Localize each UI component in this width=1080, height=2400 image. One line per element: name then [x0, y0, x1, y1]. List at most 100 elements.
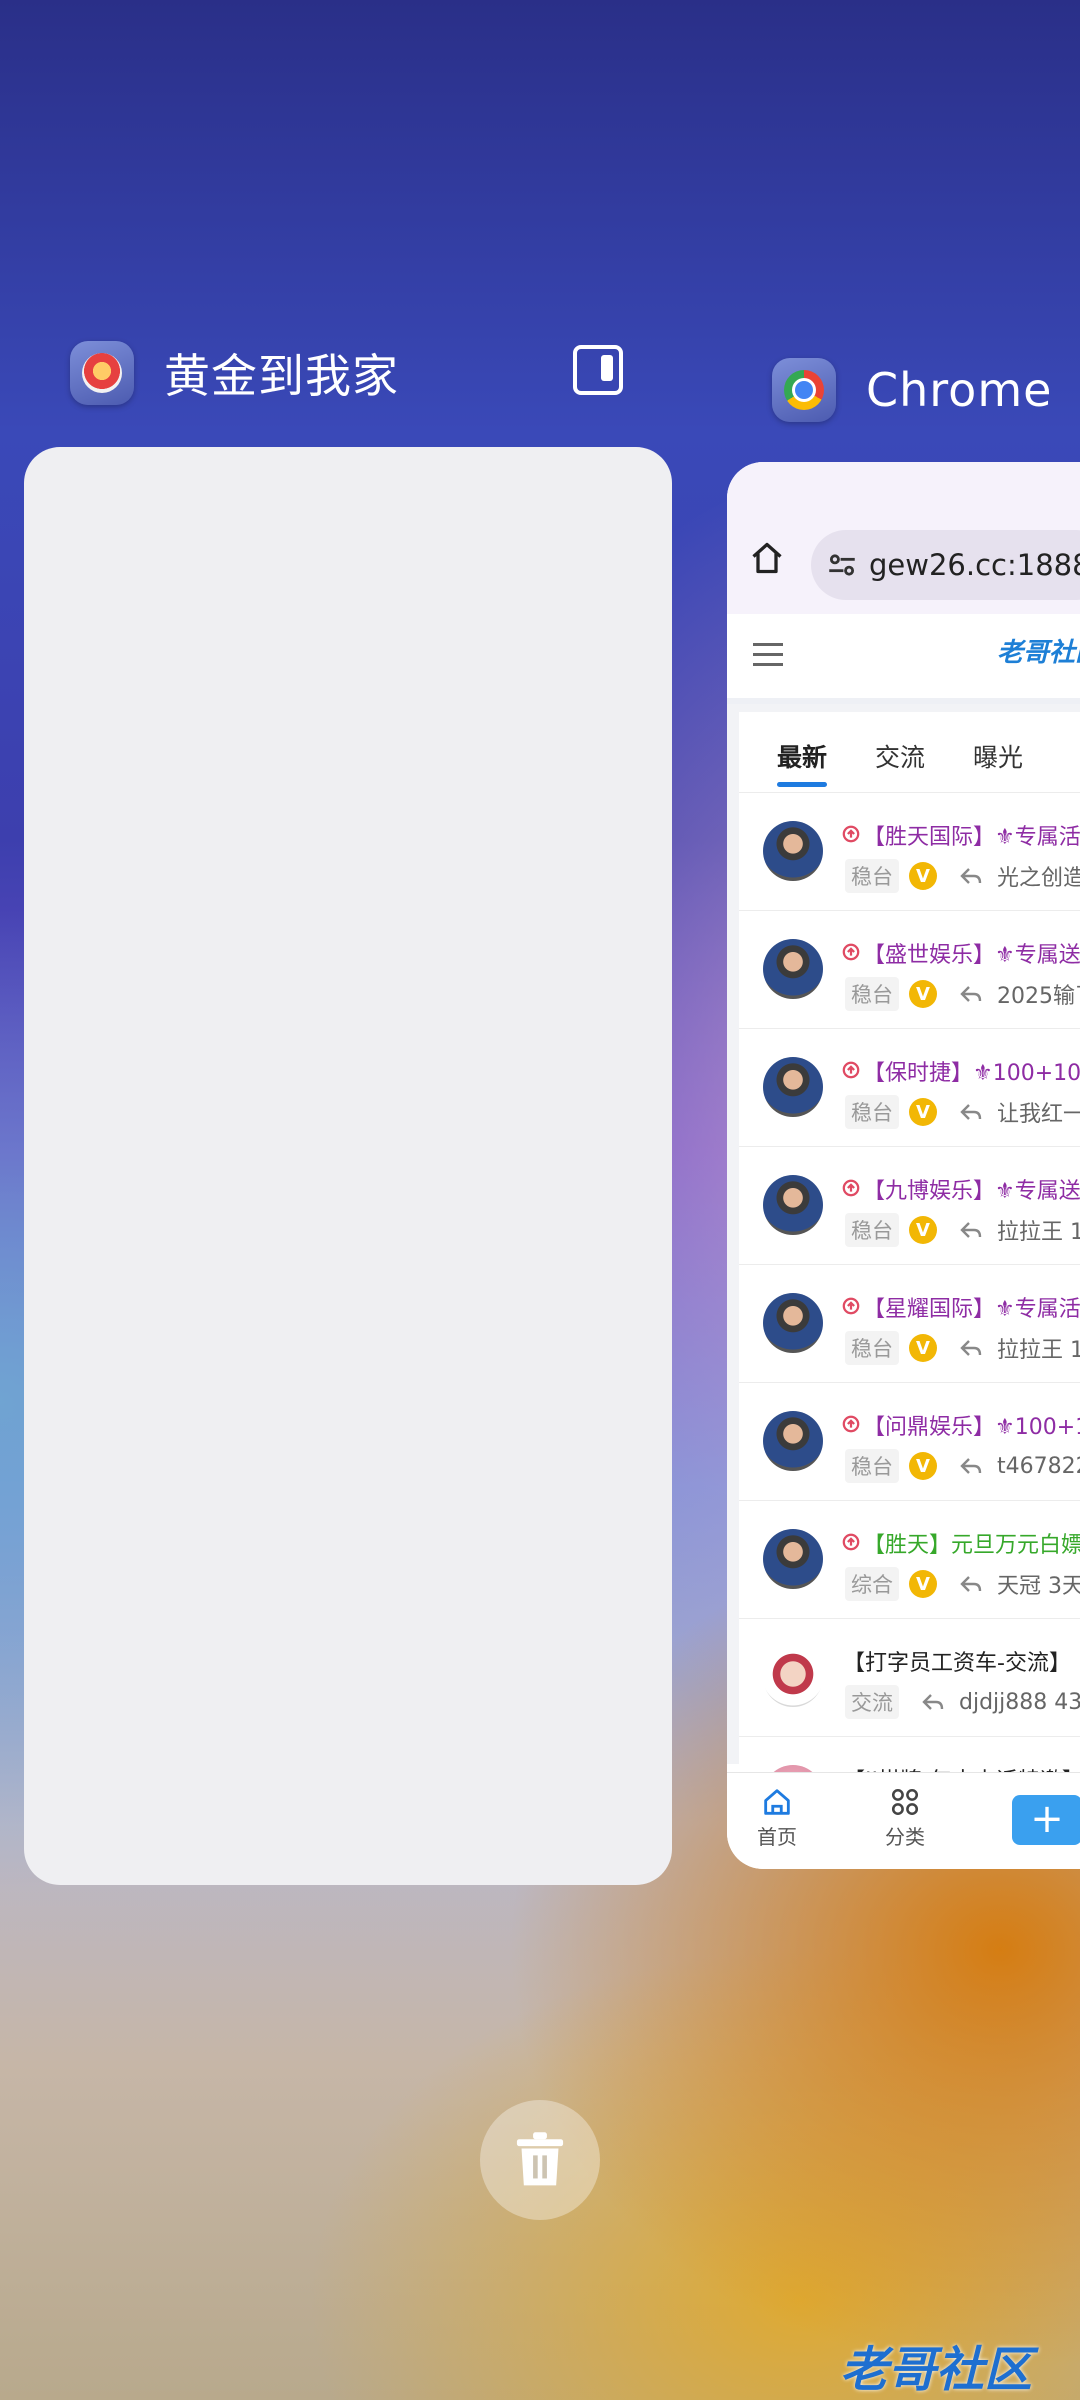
- post-meta: 稳台 V 拉拉王 1: [845, 1213, 1080, 1247]
- post-row[interactable]: 【问鼎娱乐】⚜100+1 稳台 Vt467822: [739, 1383, 1080, 1501]
- post-author[interactable]: 拉拉王 1: [997, 1214, 1080, 1246]
- tab-discussion[interactable]: 交流: [875, 738, 925, 774]
- category-tag[interactable]: 稳台: [845, 859, 899, 893]
- post-author[interactable]: 2025输了: [997, 978, 1080, 1010]
- post-meta: 稳台 V 2025输了: [845, 977, 1080, 1011]
- pinned-up-icon: [842, 1179, 860, 1197]
- verified-badge-icon: V: [909, 862, 937, 890]
- post-row[interactable]: 【盛世娱乐】⚜专属送稳台 V 2025输了: [739, 911, 1080, 1029]
- verified-badge-icon: V: [909, 1216, 937, 1244]
- category-tag[interactable]: 交流: [845, 1685, 899, 1719]
- post-title[interactable]: 【问鼎娱乐】⚜100+1: [863, 1409, 1080, 1441]
- nav-home-label: 首页: [757, 1825, 797, 1849]
- category-tag[interactable]: 稳台: [845, 1095, 899, 1129]
- category-tag[interactable]: 稳台: [845, 1449, 899, 1483]
- reply-icon: [960, 1458, 982, 1474]
- gold-app-icon: [70, 341, 134, 405]
- verified-badge-icon: V: [909, 980, 937, 1008]
- reply-icon: [960, 1222, 982, 1238]
- post-author[interactable]: t467822: [997, 1454, 1080, 1479]
- post-title[interactable]: 【胜天】元旦万元白嫖: [863, 1527, 1080, 1559]
- post-title[interactable]: 【胜天国际】⚜专属活: [863, 819, 1080, 851]
- address-bar[interactable]: gew26.cc:18888: [811, 530, 1080, 600]
- verified-badge-icon: V: [909, 1334, 937, 1362]
- post-title[interactable]: 【星耀国际】⚜专属活: [863, 1291, 1080, 1323]
- trash-icon: [516, 2132, 564, 2186]
- post-row[interactable]: 【九博娱乐】⚜专属送稳台 V 拉拉王 1: [739, 1147, 1080, 1265]
- avatar[interactable]: [763, 1529, 823, 1589]
- avatar[interactable]: [763, 939, 823, 999]
- browser-toolbar: gew26.cc:18888: [727, 462, 1080, 615]
- nav-category[interactable]: 分类: [865, 1785, 945, 1850]
- category-tag[interactable]: 稳台: [845, 1331, 899, 1365]
- verified-badge-icon: V: [909, 1452, 937, 1480]
- avatar[interactable]: [763, 1293, 823, 1353]
- category-tag[interactable]: 综合: [845, 1567, 899, 1601]
- app-title: 黄金到我家: [164, 349, 399, 403]
- nav-category-label: 分类: [885, 1825, 925, 1849]
- post-row[interactable]: 【胜天】元旦万元白嫖综合 V 天冠 3天: [739, 1501, 1080, 1619]
- post-title[interactable]: 【盛世娱乐】⚜专属送: [863, 937, 1080, 969]
- tab-exposure[interactable]: 曝光: [973, 738, 1023, 774]
- site-logo[interactable]: 老哥社区: [997, 632, 1080, 669]
- watermark-logo: 老哥社区: [840, 2342, 1033, 2398]
- site-header: 老哥社区: [727, 614, 1080, 704]
- pinned-up-icon: [842, 825, 860, 843]
- category-tag[interactable]: 稳台: [845, 1213, 899, 1247]
- post-row[interactable]: 【星耀国际】⚜专属活稳台 V 拉拉王 1: [739, 1265, 1080, 1383]
- post-row[interactable]: 【胜天国际】⚜专属活稳台 V 光之创造: [739, 793, 1080, 911]
- avatar[interactable]: [763, 1647, 823, 1707]
- post-meta: 稳台 V 光之创造: [845, 859, 1080, 893]
- pinned-up-icon: [842, 1415, 860, 1433]
- chrome-icon: [772, 358, 836, 422]
- verified-badge-icon: V: [909, 1098, 937, 1126]
- post-meta: 稳台 V 拉拉王 1: [845, 1331, 1080, 1365]
- reply-icon: [960, 986, 982, 1002]
- home-icon: [764, 1789, 790, 1815]
- clear-all-button[interactable]: [480, 2100, 600, 2220]
- post-row[interactable]: 【保时捷】⚜100+100 稳台 V 让我红一: [739, 1029, 1080, 1147]
- post-title[interactable]: 【打字员工资车-交流】: [843, 1645, 1071, 1677]
- post-meta: 综合 V 天冠 3天: [845, 1567, 1080, 1601]
- post-meta: 稳台 Vt467822: [845, 1449, 1080, 1483]
- post-author[interactable]: 光之创造: [997, 860, 1080, 892]
- pinned-up-icon: [842, 943, 860, 961]
- avatar[interactable]: [763, 821, 823, 881]
- post-meta: 稳台 V 让我红一: [845, 1095, 1080, 1129]
- post-author[interactable]: 拉拉王 1: [997, 1332, 1080, 1364]
- site-settings-icon[interactable]: [825, 548, 859, 582]
- post-row[interactable]: 【打字员工资车-交流】 交流 djdjj888 43: [739, 1619, 1080, 1737]
- avatar[interactable]: [763, 1411, 823, 1471]
- url-text: gew26.cc:18888: [869, 548, 1080, 582]
- avatar[interactable]: [763, 1057, 823, 1117]
- avatar[interactable]: [763, 1175, 823, 1235]
- nav-home[interactable]: 首页: [737, 1785, 817, 1850]
- verified-badge-icon: V: [909, 1570, 937, 1598]
- post-title[interactable]: 【九博娱乐】⚜专属送: [863, 1173, 1080, 1205]
- recent-app-card-chrome[interactable]: gew26.cc:18888 老哥社区 最新 交流 曝光 【胜天国际】⚜专属活稳…: [727, 462, 1080, 1869]
- reply-icon: [960, 1340, 982, 1356]
- app-title: Chrome: [866, 363, 1053, 417]
- pinned-up-icon: [842, 1297, 860, 1315]
- home-icon[interactable]: [749, 540, 785, 576]
- tab-bar: 最新 交流 曝光: [739, 712, 1080, 793]
- post-author[interactable]: 让我红一: [997, 1096, 1080, 1128]
- split-screen-icon[interactable]: [573, 345, 623, 395]
- post-title[interactable]: 【保时捷】⚜100+100: [863, 1055, 1080, 1087]
- add-post-button[interactable]: +: [1012, 1795, 1080, 1845]
- post-author[interactable]: djdjj888 43: [959, 1690, 1080, 1715]
- active-tab-indicator: [777, 782, 827, 787]
- category-tag[interactable]: 稳台: [845, 977, 899, 1011]
- menu-icon[interactable]: [753, 642, 783, 668]
- recent-app-header-gold[interactable]: 黄金到我家: [70, 340, 399, 406]
- recent-app-card-gold[interactable]: [24, 447, 672, 1885]
- bottom-nav: 首页 分类 +: [727, 1772, 1080, 1869]
- reply-icon: [960, 868, 982, 884]
- recent-app-header-chrome[interactable]: Chrome: [772, 358, 1052, 422]
- grid-icon: [891, 1788, 919, 1816]
- reply-icon: [960, 1104, 982, 1120]
- reply-icon: [960, 1576, 982, 1592]
- post-author[interactable]: 天冠 3天: [997, 1568, 1080, 1600]
- tab-latest[interactable]: 最新: [777, 738, 827, 774]
- reply-icon: [922, 1694, 944, 1710]
